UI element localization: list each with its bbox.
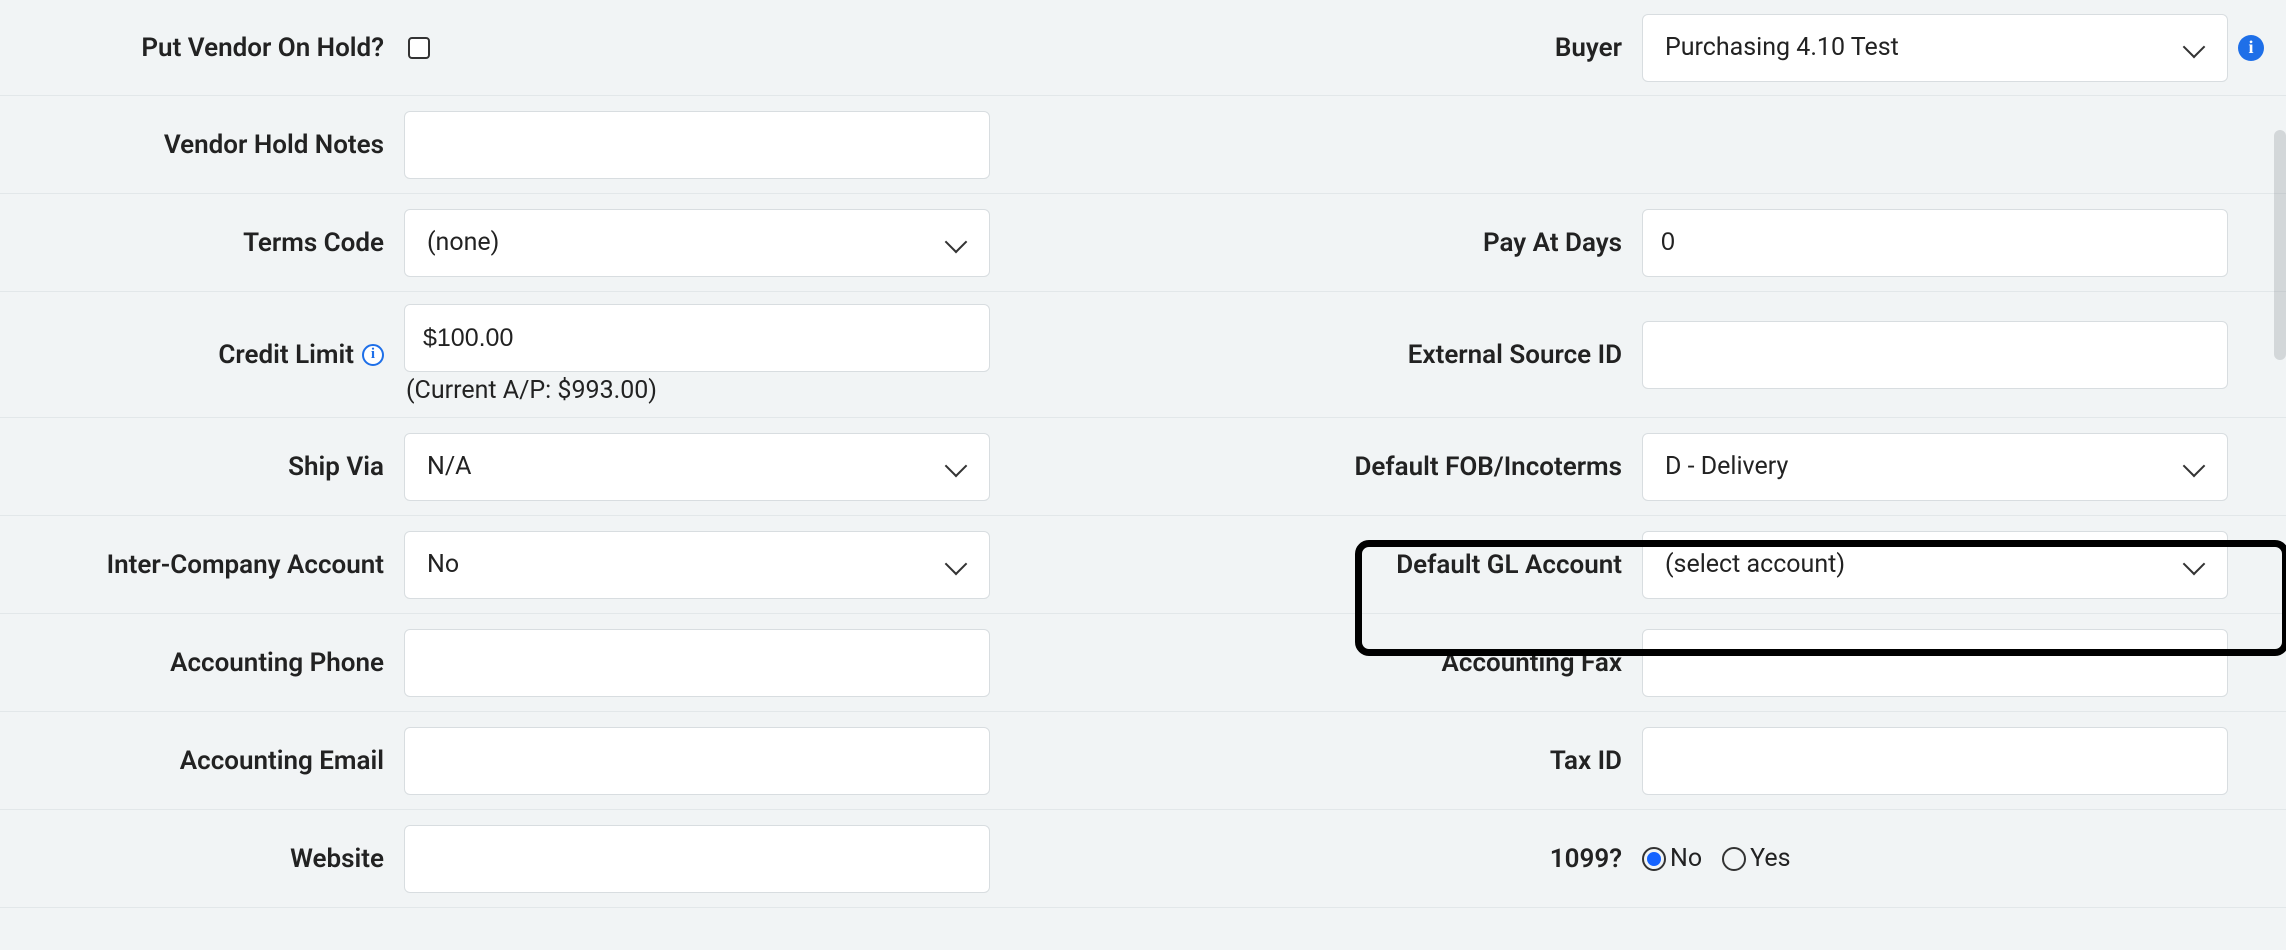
- 1099-yes-radio[interactable]: [1722, 847, 1746, 871]
- info-icon[interactable]: i: [2238, 35, 2264, 61]
- value-put-vendor-on-hold: [404, 37, 1122, 59]
- inter-company-account-select[interactable]: No: [404, 531, 990, 599]
- credit-limit-input[interactable]: [404, 304, 990, 372]
- label-terms-code: Terms Code: [0, 228, 404, 258]
- value-external-source-id: [1642, 321, 2270, 389]
- buyer-select[interactable]: Purchasing 4.10 Test: [1642, 14, 2228, 82]
- default-fob-select[interactable]: D - Delivery: [1642, 433, 2228, 501]
- value-pay-at-days: [1642, 209, 2270, 277]
- ship-via-select[interactable]: N/A: [404, 433, 990, 501]
- terms-code-select[interactable]: (none): [404, 209, 990, 277]
- label-vendor-hold-notes: Vendor Hold Notes: [0, 130, 404, 160]
- info-icon[interactable]: i: [362, 344, 384, 366]
- value-vendor-hold-notes: [404, 111, 1122, 179]
- website-input[interactable]: [404, 825, 990, 893]
- ship-via-select-text: N/A: [427, 452, 471, 481]
- label-credit-limit: Credit Limit i: [0, 340, 404, 370]
- row-credit-external: Credit Limit i (Current A/P: $993.00) Ex…: [0, 292, 2286, 418]
- default-gl-account-select[interactable]: (select account): [1642, 531, 2228, 599]
- value-terms-code: (none): [404, 209, 1122, 277]
- buyer-select-text: Purchasing 4.10 Test: [1665, 33, 1899, 62]
- value-buyer: Purchasing 4.10 Test i: [1642, 14, 2270, 82]
- label-put-vendor-on-hold: Put Vendor On Hold?: [0, 33, 404, 63]
- accounting-phone-input[interactable]: [404, 629, 990, 697]
- tax-id-input[interactable]: [1642, 727, 2228, 795]
- row-email-taxid: Accounting Email Tax ID: [0, 712, 2286, 810]
- default-gl-account-select-text: (select account): [1665, 550, 1845, 579]
- value-default-gl-account: (select account): [1642, 531, 2270, 599]
- label-tax-id: Tax ID: [1122, 746, 1642, 776]
- value-credit-limit: (Current A/P: $993.00): [404, 304, 1122, 405]
- row-intercompany-gl: Inter-Company Account No Default GL Acco…: [0, 516, 2286, 614]
- label-accounting-phone: Accounting Phone: [0, 648, 404, 678]
- inter-company-account-select-text: No: [427, 550, 459, 579]
- label-accounting-email: Accounting Email: [0, 746, 404, 776]
- default-fob-select-text: D - Delivery: [1665, 452, 1788, 481]
- put-vendor-on-hold-checkbox[interactable]: [408, 37, 430, 59]
- label-website: Website: [0, 844, 404, 874]
- value-default-fob: D - Delivery: [1642, 433, 2270, 501]
- label-buyer: Buyer: [1122, 33, 1642, 63]
- chevron-down-icon: [945, 232, 967, 254]
- row-phone-fax: Accounting Phone Accounting Fax: [0, 614, 2286, 712]
- label-default-gl-account: Default GL Account: [1122, 550, 1642, 580]
- label-default-fob: Default FOB/Incoterms: [1122, 452, 1642, 482]
- 1099-no-radio[interactable]: [1642, 847, 1666, 871]
- value-accounting-fax: [1642, 629, 2270, 697]
- pay-at-days-input[interactable]: [1642, 209, 2228, 277]
- label-inter-company-account: Inter-Company Account: [0, 550, 404, 580]
- label-credit-limit-text: Credit Limit: [218, 340, 354, 370]
- label-1099: 1099?: [1122, 844, 1642, 874]
- scrollbar-thumb[interactable]: [2274, 130, 2286, 360]
- row-website-1099: Website 1099? No Yes: [0, 810, 2286, 908]
- value-1099: No Yes: [1642, 844, 2270, 873]
- label-accounting-fax: Accounting Fax: [1122, 648, 1642, 678]
- 1099-no-label: No: [1670, 844, 1702, 873]
- chevron-down-icon: [2183, 456, 2205, 478]
- vendor-hold-notes-input[interactable]: [404, 111, 990, 179]
- chevron-down-icon: [2183, 37, 2205, 59]
- row-vendor-hold-notes: Vendor Hold Notes: [0, 96, 2286, 194]
- credit-limit-help: (Current A/P: $993.00): [404, 376, 657, 405]
- value-website: [404, 825, 1122, 893]
- chevron-down-icon: [945, 456, 967, 478]
- label-external-source-id: External Source ID: [1122, 340, 1642, 370]
- row-hold-buyer: Put Vendor On Hold? Buyer Purchasing 4.1…: [0, 0, 2286, 96]
- value-ship-via: N/A: [404, 433, 1122, 501]
- accounting-email-input[interactable]: [404, 727, 990, 795]
- 1099-yes-label: Yes: [1750, 844, 1790, 873]
- value-accounting-email: [404, 727, 1122, 795]
- row-shipvia-fob: Ship Via N/A Default FOB/Incoterms D - D…: [0, 418, 2286, 516]
- terms-code-select-text: (none): [427, 228, 499, 257]
- value-tax-id: [1642, 727, 2270, 795]
- value-accounting-phone: [404, 629, 1122, 697]
- label-ship-via: Ship Via: [0, 452, 404, 482]
- value-inter-company-account: No: [404, 531, 1122, 599]
- chevron-down-icon: [945, 554, 967, 576]
- chevron-down-icon: [2183, 554, 2205, 576]
- label-pay-at-days: Pay At Days: [1122, 228, 1642, 258]
- row-terms-payatdays: Terms Code (none) Pay At Days: [0, 194, 2286, 292]
- accounting-fax-input[interactable]: [1642, 629, 2228, 697]
- external-source-id-input[interactable]: [1642, 321, 2228, 389]
